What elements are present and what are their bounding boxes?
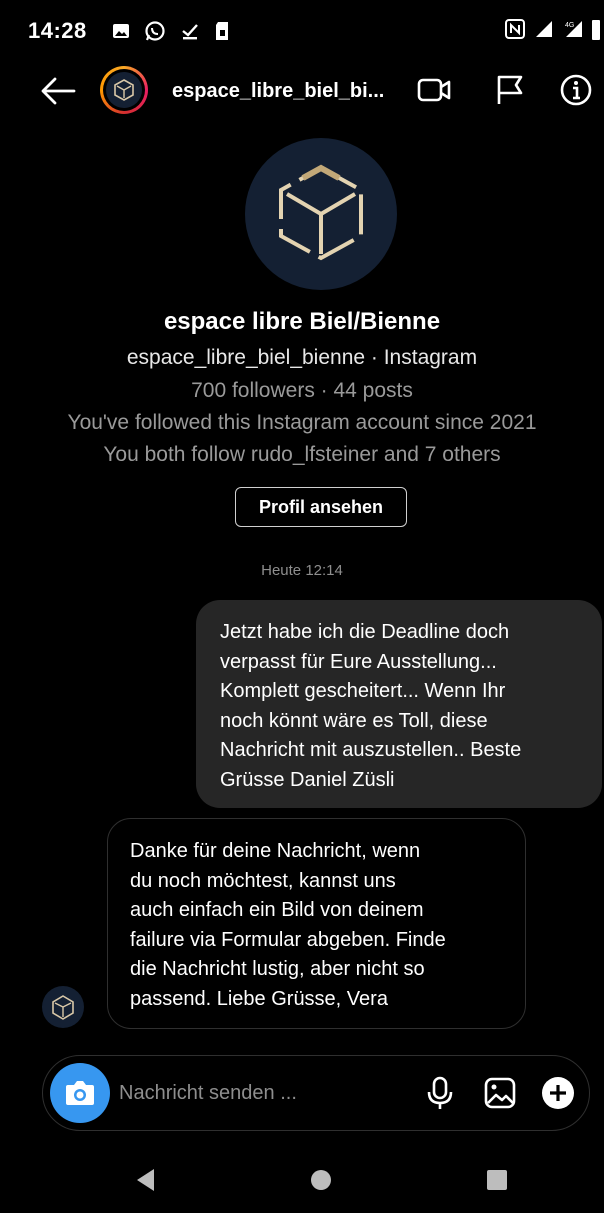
cube-logo-icon (279, 164, 363, 261)
microphone-icon[interactable] (421, 1074, 459, 1112)
back-triangle-icon[interactable] (132, 1165, 162, 1195)
cube-logo-icon (52, 995, 74, 1020)
chat-header: espace_libre_biel_bi... (0, 60, 604, 122)
camera-icon (66, 1081, 94, 1105)
svg-text:4G: 4G (565, 22, 574, 29)
message-line: Grüsse Daniel Züsli (220, 768, 395, 791)
sender-avatar[interactable] (42, 986, 84, 1028)
message-input[interactable] (119, 1078, 339, 1108)
nfc-icon (504, 18, 526, 45)
message-line: du noch möchtest, kannst uns (130, 869, 396, 892)
profile-avatar[interactable] (245, 138, 397, 290)
message-line: verpasst für Eure Ausstellung... (220, 650, 497, 673)
signal-icon (534, 19, 554, 44)
message-line: Komplett gescheitert... Wenn Ihr (220, 680, 506, 702)
info-icon[interactable] (558, 72, 594, 108)
battery-icon (592, 18, 600, 45)
gallery-icon (112, 22, 130, 45)
message-timestamp: Heute 12:14 (261, 562, 343, 579)
message-line: Nachricht mit auszustellen.. Beste (220, 739, 522, 761)
header-title[interactable]: espace_libre_biel_bi... (172, 80, 384, 103)
followed-since: You've followed this Instagram account s… (67, 411, 537, 434)
back-arrow-icon[interactable] (38, 74, 78, 108)
message-line: failure via Formular abgeben. Finde (130, 928, 446, 951)
incoming-message[interactable]: Danke für deine Nachricht, wenn du noch … (107, 818, 526, 1029)
message-line: auch einfach ein Bild von deinem (130, 899, 424, 921)
mutual-followers[interactable]: You both follow rudo_lfsteiner and 7 oth… (0, 443, 604, 467)
sim-icon (214, 21, 230, 46)
outgoing-message[interactable]: Jetzt habe ich die Deadline doch verpass… (196, 600, 602, 808)
video-call-icon[interactable] (416, 72, 452, 108)
view-profile-button[interactable]: Profil ansehen (235, 487, 407, 527)
plus-icon[interactable] (539, 1074, 577, 1112)
camera-button[interactable] (50, 1063, 110, 1123)
flag-icon[interactable] (492, 72, 528, 108)
message-composer (42, 1055, 590, 1131)
whatsapp-icon (144, 20, 166, 47)
header-avatar[interactable] (100, 66, 148, 114)
profile-stats: 700 followers · 44 posts (191, 379, 413, 402)
gallery-icon[interactable] (481, 1074, 519, 1112)
home-circle-icon[interactable] (306, 1165, 336, 1195)
download-done-icon (180, 21, 200, 46)
system-nav-bar (0, 1145, 604, 1213)
profile-handle: espace_libre_biel_bienne · Instagram (126, 346, 478, 369)
signal-4g-icon: 4G (562, 19, 584, 44)
message-line: passend. Liebe Grüsse, Vera (130, 987, 388, 1010)
recents-square-icon[interactable] (482, 1165, 512, 1195)
profile-name: espace libre Biel/Bienne (163, 308, 441, 335)
status-bar: 14:28 4G (0, 0, 604, 60)
status-time: 14:28 (28, 18, 87, 43)
message-line: noch könnt wäre es Toll, diese (220, 709, 488, 732)
message-line: Jetzt habe ich die Deadline doch (220, 621, 510, 643)
cube-logo-icon (114, 79, 134, 101)
message-line: Danke für deine Nachricht, wenn (130, 840, 421, 862)
message-line: die Nachricht lustig, aber nicht so (130, 958, 425, 980)
